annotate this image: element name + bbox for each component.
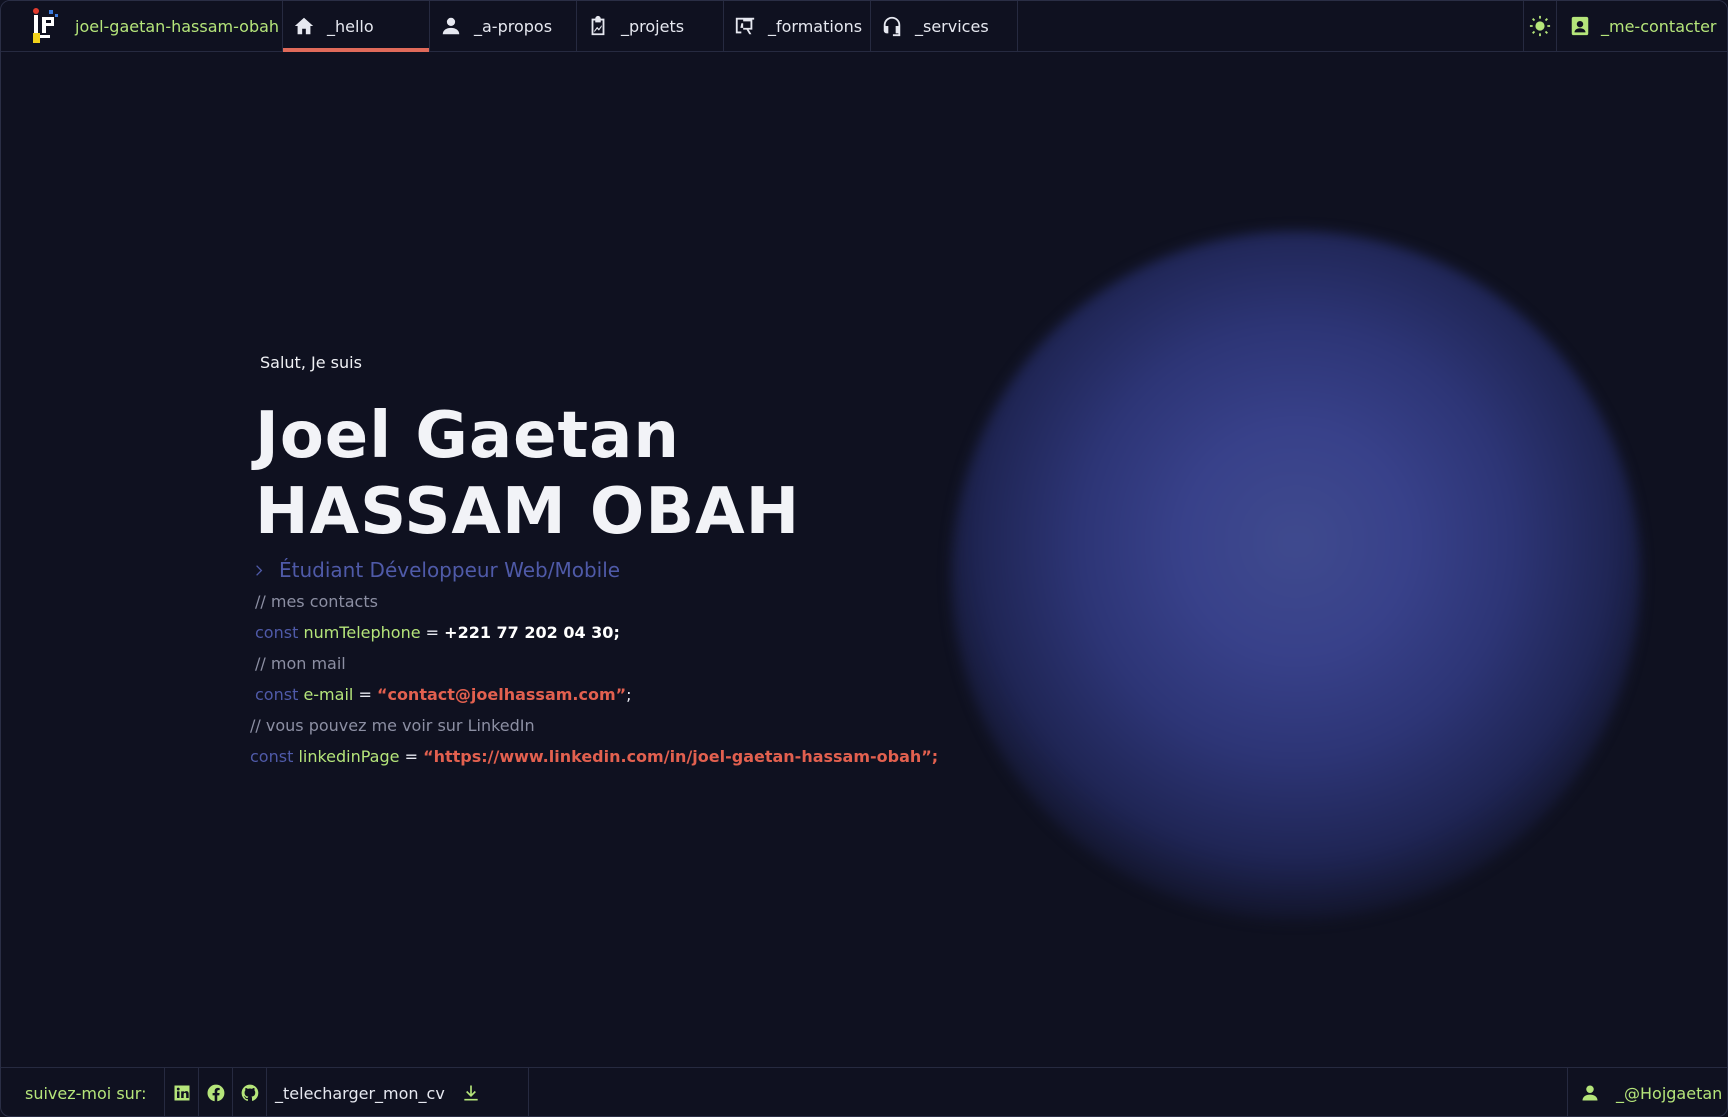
download-icon: [464, 1085, 478, 1101]
phone-number[interactable]: +221 77 202 04 30;: [444, 623, 620, 642]
hero-section: Salut, Je suis Joel Gaetan HASSAM OBAH É…: [249, 353, 938, 772]
tab-formations[interactable]: _formations: [724, 1, 871, 51]
tab-a-propos[interactable]: _a-propos: [430, 1, 577, 51]
tab-hello[interactable]: _hello: [283, 1, 430, 52]
headset-icon: [883, 16, 901, 37]
background-glow: [951, 231, 1641, 921]
greeting-text: Salut, Je suis: [260, 353, 362, 372]
tab-label: _hello: [327, 16, 374, 36]
code-comment-linkedin: // vous pouvez me voir sur LinkedIn: [250, 716, 535, 735]
tab-label: _a-propos: [474, 16, 553, 36]
code-line-linkedin: const linkedinPage = “https://www.linked…: [250, 747, 939, 766]
logo-icon: [31, 7, 61, 45]
tab-services[interactable]: _services: [871, 1, 1018, 51]
teaching-board-icon: [735, 17, 755, 35]
sun-icon: [1529, 15, 1551, 37]
chart-clipboard-icon: [591, 15, 605, 36]
theme-toggle-button[interactable]: [1523, 1, 1557, 51]
facebook-button[interactable]: [199, 1068, 233, 1116]
code-line-email: const e-mail = “contact@joelhassam.com”;: [255, 685, 632, 704]
footer-spacer: [529, 1068, 1567, 1116]
brand-name: joel-gaetan-hassam-obah: [75, 16, 280, 36]
github-button[interactable]: [233, 1068, 267, 1116]
app-window: joel-gaetan-hassam-obah _hello _a-propos…: [0, 0, 1728, 1117]
tab-projets[interactable]: _projets: [577, 1, 724, 51]
chevron-right-icon: [255, 558, 263, 582]
email-link[interactable]: “contact@joelhassam.com”: [377, 685, 626, 704]
contact-button[interactable]: _me-contacter: [1557, 1, 1727, 51]
user-handle-link[interactable]: _@Hojgaetan: [1567, 1068, 1727, 1116]
facebook-icon: [206, 1084, 224, 1102]
github-icon: [241, 1084, 258, 1101]
role-text: Étudiant Développeur Web/Mobile: [279, 558, 621, 582]
code-line-phone: const numTelephone = +221 77 202 04 30;: [255, 623, 620, 642]
linkedin-button[interactable]: [165, 1068, 199, 1116]
person-icon: [442, 17, 460, 35]
top-navbar: joel-gaetan-hassam-obah _hello _a-propos…: [1, 1, 1727, 52]
cv-label: _telecharger_mon_cv: [275, 1083, 445, 1103]
person-icon: [1582, 1085, 1598, 1101]
footer-bar: suivez-moi sur: _telecharger_mon_cv _@Ho…: [1, 1067, 1727, 1116]
last-name-heading: HASSAM OBAH: [255, 475, 801, 549]
home-icon: [294, 17, 314, 35]
contact-label: _me-contacter: [1601, 16, 1717, 36]
code-comment-contacts: // mes contacts: [255, 592, 378, 611]
linkedin-icon: [174, 1085, 189, 1101]
download-cv-button[interactable]: _telecharger_mon_cv: [267, 1068, 529, 1116]
brand[interactable]: joel-gaetan-hassam-obah: [1, 1, 283, 51]
tab-label: _formations: [768, 16, 863, 36]
follow-label: suivez-moi sur:: [1, 1068, 165, 1116]
first-name-heading: Joel Gaetan: [255, 399, 680, 473]
handle-label: _@Hojgaetan: [1616, 1083, 1723, 1103]
tab-label: _projets: [621, 16, 685, 36]
tab-label: _services: [915, 16, 989, 36]
linkedin-link[interactable]: “https://www.linkedin.com/in/joel-gaetan…: [423, 747, 938, 766]
code-comment-mail: // mon mail: [255, 654, 346, 673]
contact-card-icon: [1571, 16, 1589, 36]
code-block: // mes contacts const numTelephone = +22…: [250, 586, 938, 772]
role-line: Étudiant Développeur Web/Mobile: [255, 558, 938, 582]
